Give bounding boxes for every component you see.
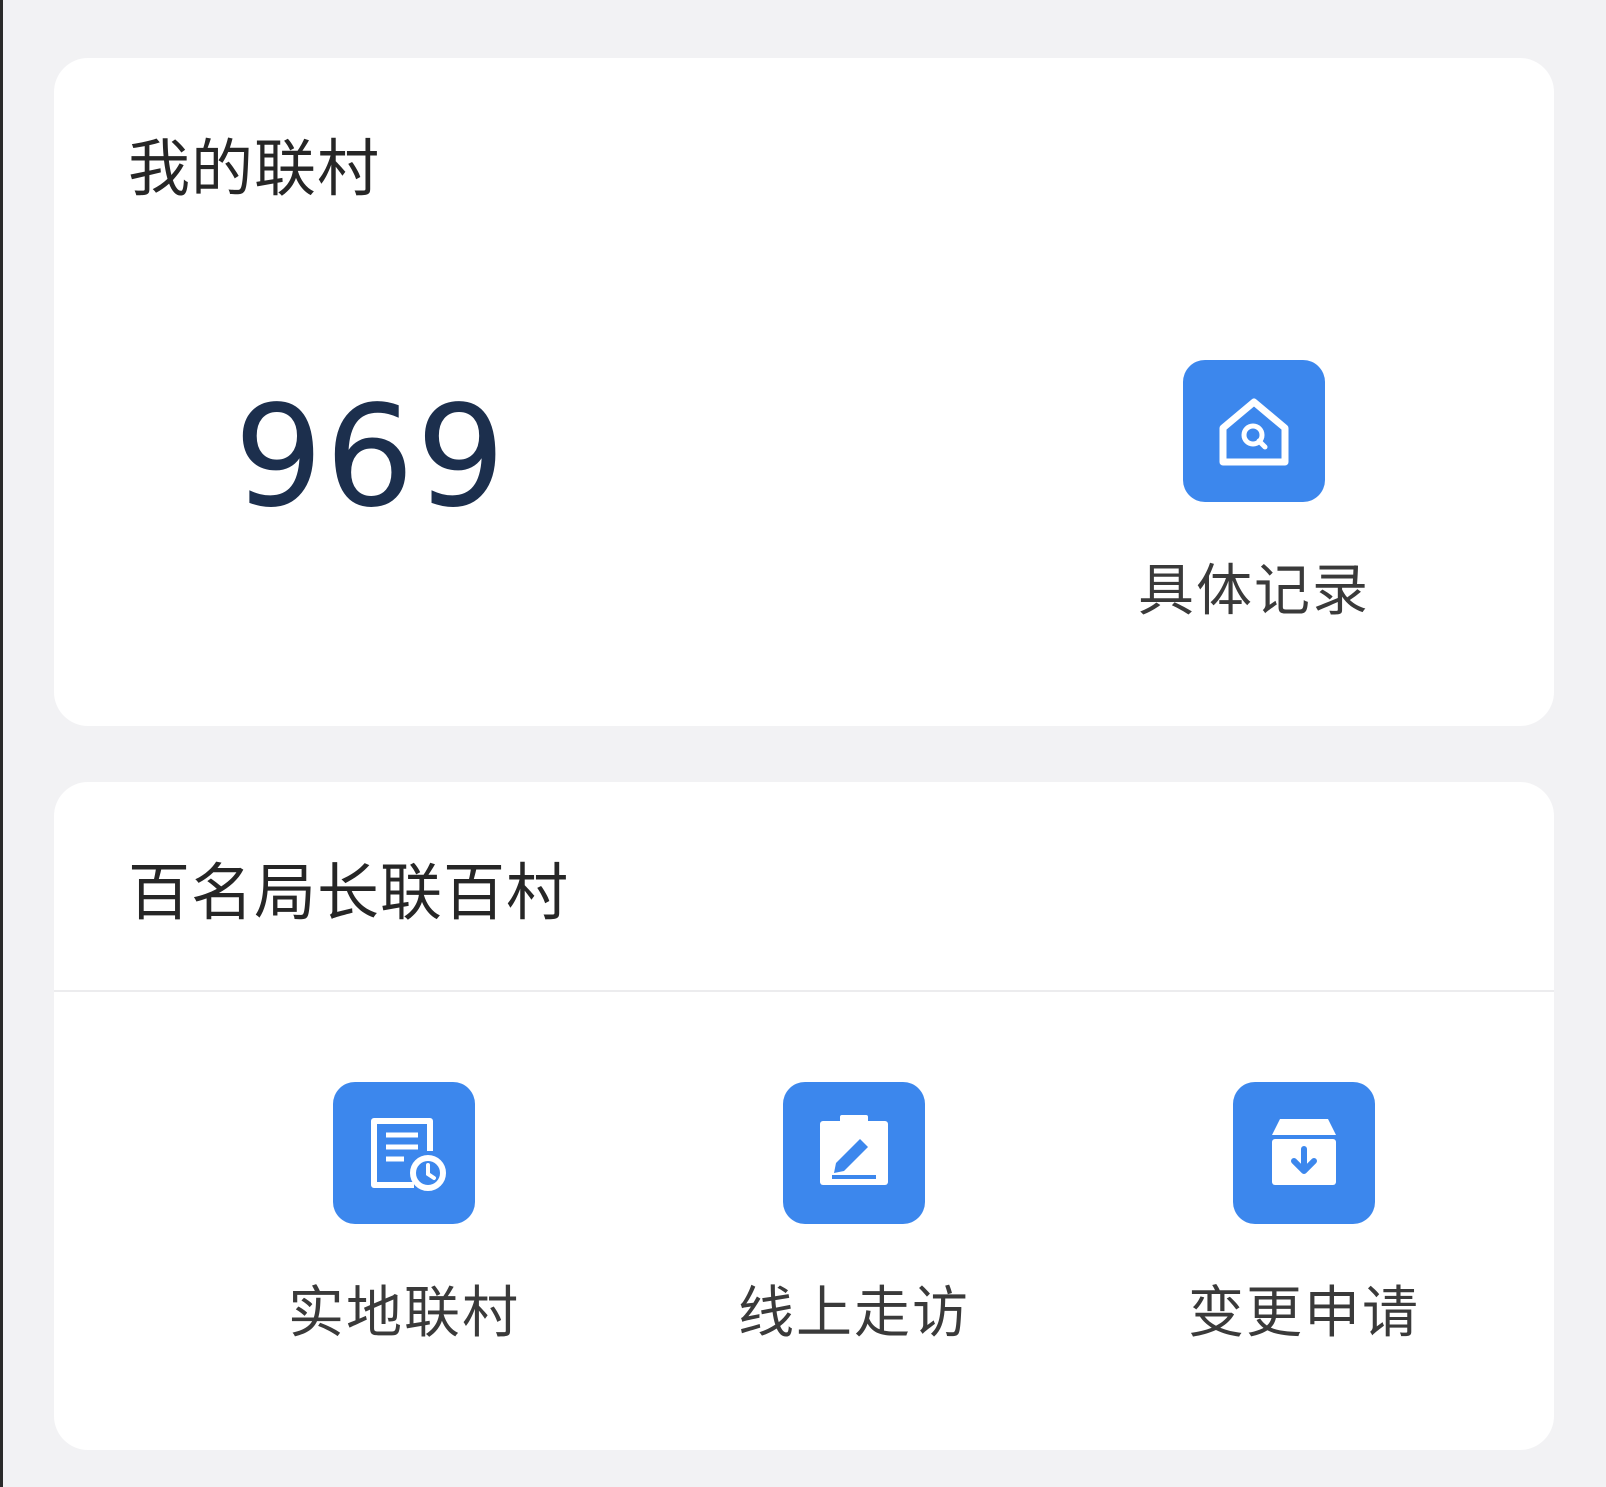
clipboard-edit-icon [820, 1115, 888, 1185]
change-request-button[interactable]: 变更申请 [1154, 1082, 1454, 1342]
online-visit-label: 线上走访 [738, 1281, 970, 1346]
archive-box-download-icon [1272, 1119, 1336, 1185]
change-request-tile[interactable] [1233, 1082, 1375, 1224]
record-details-tile[interactable] [1183, 360, 1325, 502]
document-clock-icon [371, 1118, 446, 1191]
my-villages-card: 我的联村 969 具体记录 [54, 58, 1554, 726]
program-card: 百名局长联百村 实地联村 线上走访 变更申请 [54, 782, 1554, 1450]
village-count: 969 [234, 376, 508, 539]
field-visit-label: 实地联村 [288, 1281, 520, 1346]
online-visit-tile[interactable] [783, 1082, 925, 1224]
house-search-icon [1219, 398, 1289, 466]
online-visit-button[interactable]: 线上走访 [704, 1082, 1004, 1342]
program-divider [54, 990, 1554, 992]
field-visit-button[interactable]: 实地联村 [254, 1082, 554, 1342]
program-title: 百名局长联百村 [128, 856, 570, 929]
change-request-label: 变更申请 [1188, 1281, 1420, 1346]
record-details-button[interactable]: 具体记录 [1104, 360, 1404, 620]
window-edge [0, 0, 3, 1487]
my-villages-title: 我的联村 [128, 132, 381, 205]
field-visit-tile[interactable] [333, 1082, 475, 1224]
record-details-label: 具体记录 [1138, 559, 1370, 624]
